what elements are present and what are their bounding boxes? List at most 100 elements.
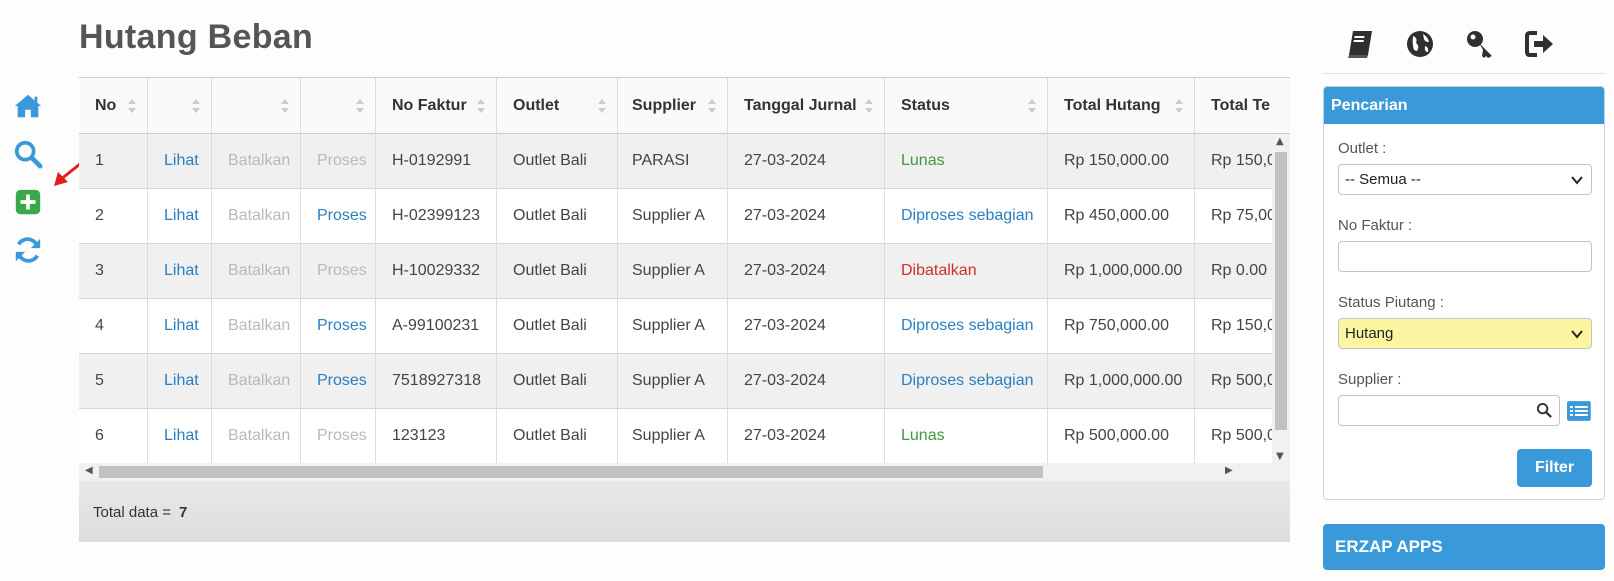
proses-link: Proses [317, 152, 367, 169]
scrollbar-thumb[interactable] [1275, 152, 1287, 430]
home-button[interactable] [10, 88, 46, 124]
table-footer: Total data = 7 [79, 481, 1290, 542]
scroll-up-icon[interactable]: ▲ [1276, 136, 1284, 147]
column-header-action-2[interactable] [212, 78, 301, 133]
column-header-total-hutang[interactable]: Total Hutang [1048, 78, 1195, 133]
column-header-tanggal-jurnal[interactable]: Tanggal Jurnal [728, 78, 885, 133]
table-row: 5 Lihat Batalkan Proses 7518927318 Outlet Bal… [79, 354, 1290, 409]
table-cell: 2 [79, 189, 148, 243]
column-header-total-te[interactable]: Total Te [1195, 78, 1290, 133]
table-cell: Outlet Bali [497, 244, 618, 298]
status-badge: Lunas [901, 427, 945, 444]
table-cell: Batalkan [212, 299, 301, 353]
table-row: 2 Lihat Batalkan Proses H-02399123 Outlet Bal… [79, 189, 1290, 244]
column-header-supplier[interactable]: Supplier [618, 78, 728, 133]
proses-link[interactable]: Proses [317, 372, 367, 390]
cell-no: 5 [95, 372, 104, 389]
table-cell: Lihat [148, 299, 212, 353]
no-faktur-input[interactable] [1338, 241, 1592, 272]
cell-no: 2 [95, 207, 104, 224]
table-cell: 27-03-2024 [728, 354, 885, 408]
batalkan-link: Batalkan [228, 152, 291, 169]
cell-total-te: Rp 150,0 [1211, 317, 1276, 334]
erzap-apps-panel[interactable]: ERZAP APPS [1323, 524, 1605, 570]
search-button[interactable] [10, 136, 46, 172]
status-badge: Lunas [901, 152, 945, 169]
horizontal-scrollbar[interactable]: ◀ ▶ [79, 463, 1290, 481]
lihat-link[interactable]: Lihat [164, 427, 199, 445]
cell-outlet: Outlet Bali [513, 427, 587, 444]
change-password-button[interactable] [1460, 24, 1500, 64]
cell-no-faktur: 7518927318 [392, 372, 481, 389]
search-icon[interactable] [1536, 402, 1553, 419]
status-piutang-select[interactable]: Hutang [1338, 318, 1592, 349]
table-cell: Supplier A [618, 354, 728, 408]
table-row: 6 Lihat Batalkan Proses 123123 Outlet Bali Sup… [79, 409, 1290, 463]
scroll-down-icon[interactable]: ▼ [1276, 451, 1284, 462]
sort-icon [128, 98, 136, 113]
logout-button[interactable] [1520, 24, 1560, 64]
table-cell: 1 [79, 134, 148, 188]
logout-icon [1525, 31, 1553, 57]
table-row: 3 Lihat Batalkan Proses H-10029332 Outlet Bal… [79, 244, 1290, 299]
cell-supplier: Supplier A [632, 372, 705, 389]
scrollbar-thumb[interactable] [99, 466, 1043, 478]
table-cell: Batalkan [212, 354, 301, 408]
column-header-outlet[interactable]: Outlet [497, 78, 618, 133]
sort-icon [598, 98, 606, 113]
table-cell: Batalkan [212, 409, 301, 463]
cell-no: 4 [95, 317, 104, 334]
batalkan-link: Batalkan [228, 207, 291, 224]
filter-button[interactable]: Filter [1517, 449, 1592, 487]
add-button[interactable] [10, 184, 46, 220]
column-header-status[interactable]: Status [885, 78, 1048, 133]
cell-outlet: Outlet Bali [513, 317, 587, 334]
cell-total-hutang: Rp 1,000,000.00 [1064, 372, 1183, 389]
manual-button[interactable] [1340, 24, 1380, 64]
supplier-input[interactable] [1338, 395, 1561, 426]
table-cell: 6 [79, 409, 148, 463]
table-cell: Proses [301, 299, 376, 353]
table-cell: 5 [79, 354, 148, 408]
cell-supplier: Supplier A [632, 207, 705, 224]
lihat-link[interactable]: Lihat [164, 317, 199, 335]
scroll-left-icon[interactable]: ◀ [85, 465, 93, 476]
cell-tanggal-jurnal: 27-03-2024 [744, 207, 826, 224]
scroll-right-icon[interactable]: ▶ [1225, 465, 1233, 476]
proses-link[interactable]: Proses [317, 317, 367, 335]
table-cell: 4 [79, 299, 148, 353]
refresh-button[interactable] [10, 232, 46, 268]
list-icon[interactable] [1566, 400, 1592, 422]
globe-icon [1407, 31, 1433, 57]
table-row: 4 Lihat Batalkan Proses A-99100231 Outlet Bal… [79, 299, 1290, 354]
top-toolbar [1340, 24, 1580, 64]
lihat-link[interactable]: Lihat [164, 207, 199, 225]
plus-square-icon [15, 189, 41, 215]
vertical-scrollbar[interactable]: ▲ ▼ [1272, 134, 1290, 463]
table-header: No No Faktur Outlet Supplier Tanggal Jur… [79, 78, 1290, 134]
table-cell: Proses [301, 409, 376, 463]
home-icon [14, 94, 42, 118]
column-header-no[interactable]: No [79, 78, 148, 133]
table-cell: Rp 750,000.00 [1048, 299, 1195, 353]
supplier-label: Supplier : [1338, 371, 1402, 388]
hutang-table: No No Faktur Outlet Supplier Tanggal Jur… [79, 77, 1290, 542]
proses-link[interactable]: Proses [317, 207, 367, 225]
column-header-no-faktur[interactable]: No Faktur [376, 78, 497, 133]
status-badge: Diproses sebagian [901, 372, 1034, 389]
cell-no-faktur: H-02399123 [392, 207, 481, 224]
cell-total-hutang: Rp 450,000.00 [1064, 207, 1169, 224]
column-header-action-3[interactable] [301, 78, 376, 133]
total-data-count: 7 [178, 503, 188, 521]
lihat-link[interactable]: Lihat [164, 262, 199, 280]
cell-total-te: Rp 500,0 [1211, 427, 1276, 444]
lihat-link[interactable]: Lihat [164, 152, 199, 170]
outlet-select[interactable]: -- Semua -- [1338, 164, 1592, 195]
status-piutang-label: Status Piutang : [1338, 294, 1444, 311]
cell-tanggal-jurnal: 27-03-2024 [744, 372, 826, 389]
language-button[interactable] [1400, 24, 1440, 64]
column-header-action-1[interactable] [148, 78, 212, 133]
lihat-link[interactable]: Lihat [164, 372, 199, 390]
table-cell: Supplier A [618, 409, 728, 463]
cell-total-te: Rp 150,0 [1211, 152, 1276, 169]
